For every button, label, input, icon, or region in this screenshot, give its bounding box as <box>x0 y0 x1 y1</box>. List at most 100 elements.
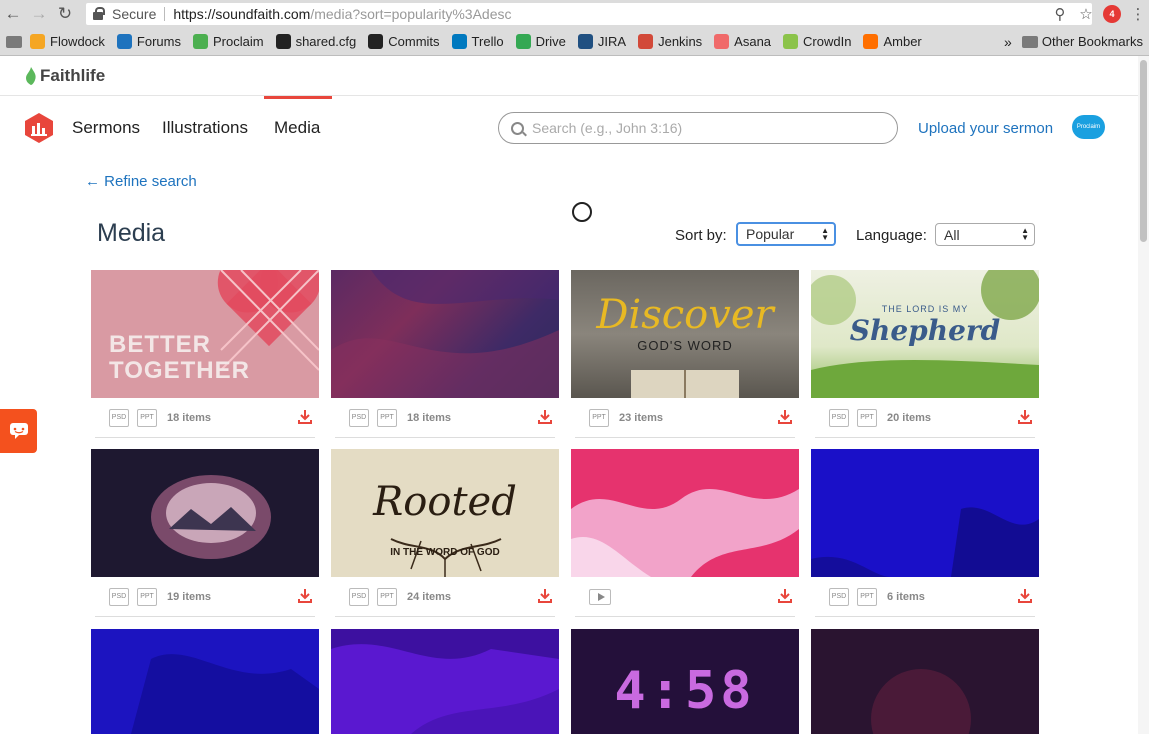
scrollbar[interactable] <box>1138 56 1149 734</box>
media-thumbnail[interactable] <box>91 629 319 734</box>
key-icon[interactable]: ⚲ <box>1049 3 1071 25</box>
faithlife-logo[interactable]: Faithlife <box>25 66 105 86</box>
bookmark-flowdock[interactable]: Flowdock <box>30 34 105 49</box>
other-bookmarks[interactable]: Other Bookmarks <box>1042 34 1143 49</box>
bookmark-asana[interactable]: Asana <box>714 34 771 49</box>
language-value: All <box>944 226 960 243</box>
bookmark-jira[interactable]: JIRA <box>577 34 627 49</box>
more-bookmarks-icon[interactable]: » <box>1004 34 1012 50</box>
media-thumbnail[interactable] <box>571 449 799 577</box>
language-label: Language: <box>856 227 927 244</box>
bookmark-favicon-icon <box>192 34 208 49</box>
psd-icon: PSD <box>109 587 129 606</box>
card-meta: PSD PPT 6 items <box>815 577 1035 617</box>
address-bar[interactable]: Secure https://soundfaith.com/media?sort… <box>86 3 1092 25</box>
browser-toolbar: ← → ↻ Secure https://soundfaith.com/medi… <box>0 0 1149 28</box>
download-icon[interactable] <box>537 409 553 425</box>
bookmark-amber[interactable]: Amber <box>863 34 922 49</box>
download-icon[interactable] <box>297 588 313 604</box>
bookmark-commits[interactable]: Commits <box>368 34 440 49</box>
media-card[interactable]: PSD PPT 6 items <box>811 449 1039 617</box>
refine-search-link[interactable]: ← Refine search <box>85 173 197 190</box>
bookmark-favicon-icon <box>714 34 730 49</box>
media-card[interactable]: THE LORD IS MY Shepherd PSD PPT 20 items <box>811 270 1039 438</box>
media-card[interactable]: PSD PPT 18 items <box>331 270 559 438</box>
media-thumbnail[interactable] <box>331 270 559 398</box>
bookmark-label: JIRA <box>597 34 627 49</box>
download-icon[interactable] <box>1017 588 1033 604</box>
download-icon[interactable] <box>1017 409 1033 425</box>
psd-icon: PSD <box>829 587 849 606</box>
media-thumbnail[interactable] <box>331 629 559 734</box>
bookmark-shared-cfg[interactable]: shared.cfg <box>275 34 356 49</box>
card-meta: PSD PPT 19 items <box>95 577 315 617</box>
media-thumbnail[interactable]: 4:58 <box>571 629 799 734</box>
download-icon[interactable] <box>777 588 793 604</box>
reload-icon[interactable]: ↻ <box>52 0 78 28</box>
media-thumbnail[interactable]: Rooted IN THE WORD OF GOD <box>331 449 559 577</box>
media-card[interactable]: 4:58 <box>571 629 799 734</box>
avatar[interactable]: Proclaim <box>1072 115 1105 139</box>
nav-sermons[interactable]: Sermons <box>72 118 140 138</box>
media-card[interactable] <box>331 629 559 734</box>
media-card[interactable] <box>811 629 1039 734</box>
search-icon <box>511 121 524 135</box>
sort-select[interactable]: Popular ▲ ▼ <box>736 222 836 246</box>
ppt-icon: PPT <box>377 587 397 606</box>
bookmark-label: Asana <box>734 34 772 49</box>
media-thumbnail[interactable]: THE LORD IS MY Shepherd <box>811 270 1039 398</box>
blue-fluid-graphic <box>131 654 319 734</box>
star-icon[interactable]: ☆ <box>1075 3 1097 25</box>
scrollbar-thumb[interactable] <box>1140 60 1147 242</box>
download-icon[interactable] <box>297 409 313 425</box>
media-card[interactable] <box>91 629 319 734</box>
upload-sermon-link[interactable]: Upload your sermon <box>918 120 1053 137</box>
bookmark-favicon-icon <box>116 34 132 49</box>
sort-label: Sort by: <box>675 227 727 244</box>
soundfaith-logo-icon[interactable] <box>25 113 53 143</box>
media-thumbnail[interactable] <box>811 629 1039 734</box>
ppt-icon: PPT <box>137 587 157 606</box>
search-input[interactable] <box>532 120 872 136</box>
video-play-icon <box>589 588 611 605</box>
media-thumbnail[interactable] <box>811 449 1039 577</box>
bookmark-trello[interactable]: Trello <box>451 34 504 49</box>
dark-abstract-graphic <box>871 669 971 734</box>
bookmark-jenkins[interactable]: Jenkins <box>638 34 702 49</box>
items-count: 18 items <box>407 411 452 424</box>
bookmark-drive[interactable]: Drive <box>515 34 566 49</box>
download-icon[interactable] <box>777 409 793 425</box>
media-card[interactable] <box>571 449 799 617</box>
bookmark-favicon-icon <box>30 34 45 49</box>
nav-illustrations[interactable]: Illustrations <box>162 118 248 138</box>
bookmark-forums[interactable]: Forums <box>116 34 181 49</box>
forward-icon[interactable]: → <box>26 0 52 28</box>
download-icon[interactable] <box>537 588 553 604</box>
abstract-wave-graphic <box>331 270 559 398</box>
media-thumbnail[interactable] <box>91 449 319 577</box>
language-select[interactable]: All ▲ ▼ <box>935 223 1035 246</box>
back-icon[interactable]: ← <box>0 0 26 28</box>
media-card[interactable]: Discover GOD'S WORD PPT 23 items <box>571 270 799 438</box>
card-subtitle: THE LORD IS MY <box>881 304 969 314</box>
media-thumbnail[interactable]: Discover GOD'S WORD <box>571 270 799 398</box>
media-card[interactable]: Rooted IN THE WORD OF GOD PSD PPT 24 ite… <box>331 449 559 617</box>
nav-media[interactable]: Media <box>274 118 320 138</box>
bookmark-proclaim[interactable]: Proclaim <box>192 34 264 49</box>
items-count: 23 items <box>619 411 664 424</box>
bookmark-crowdin[interactable]: CrowdIn <box>783 34 851 49</box>
card-meta: PSD PPT 18 items <box>335 398 555 438</box>
menu-icon[interactable]: ⋮ <box>1127 3 1149 25</box>
card-meta: PSD PPT 20 items <box>815 398 1035 438</box>
lock-icon <box>92 7 106 21</box>
faithlife-logo-text: Faithlife <box>40 65 106 85</box>
media-card[interactable]: BETTER TOGETHER PSD PPT 18 items <box>91 270 319 438</box>
chat-button[interactable] <box>0 409 37 453</box>
items-count: 6 items <box>887 590 925 603</box>
bookmark-label: CrowdIn <box>803 34 852 49</box>
media-thumbnail[interactable]: BETTER TOGETHER <box>91 270 319 398</box>
bookmarks-bar: Flowdock Forums Proclaim shared.cfg Commits T… <box>0 28 1149 56</box>
apps-folder-icon[interactable] <box>6 35 22 48</box>
media-card[interactable]: PSD PPT 19 items <box>91 449 319 617</box>
extension-icon[interactable]: 4 <box>1101 3 1123 25</box>
